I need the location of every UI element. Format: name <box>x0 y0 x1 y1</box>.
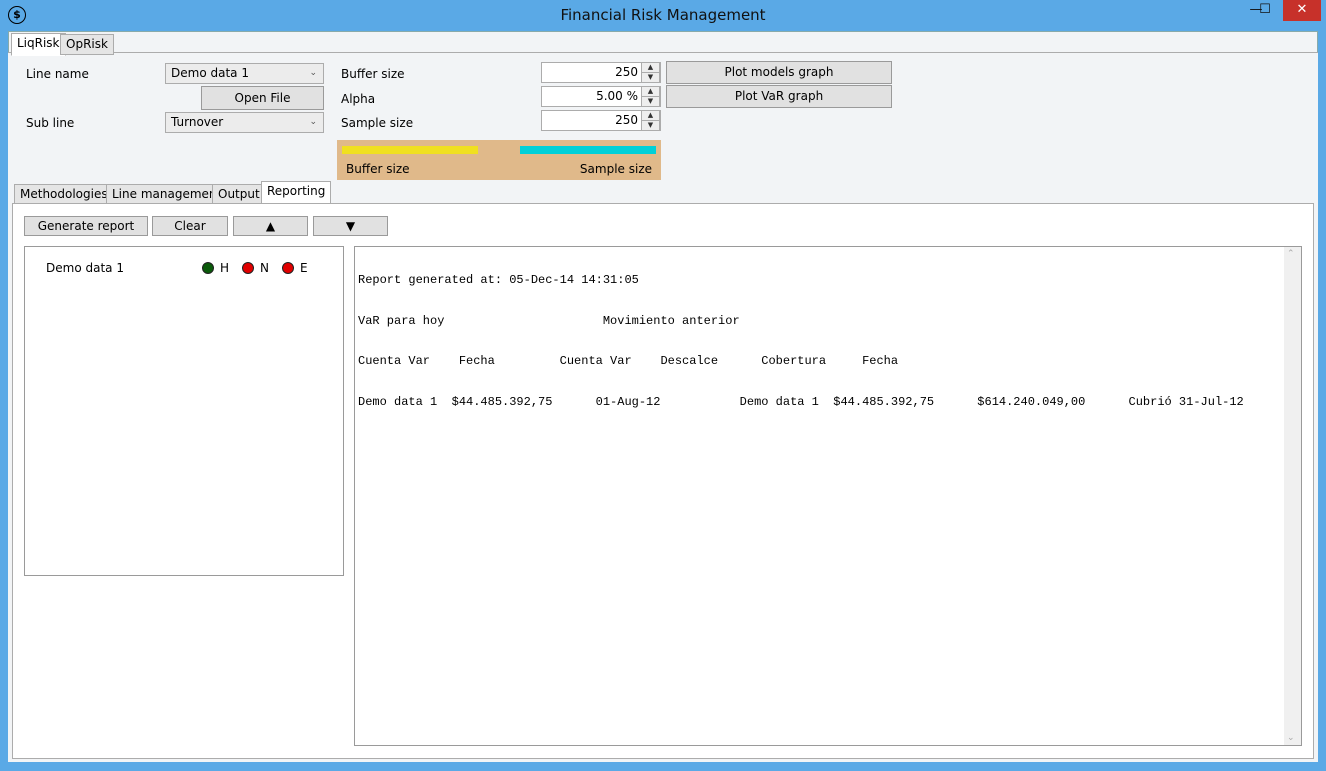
report-line: Report generated at: 05-Dec-14 14:31:05 <box>358 273 639 287</box>
open-file-button[interactable]: Open File <box>201 86 324 110</box>
spin-down-icon[interactable]: ▼ <box>641 120 660 131</box>
buffer-size-legend-label: Buffer size <box>346 162 410 176</box>
line-name-select[interactable]: Demo data 1 ⌄ <box>165 63 324 84</box>
clear-button[interactable]: Clear <box>152 216 228 236</box>
spin-up-icon[interactable]: ▲ <box>641 62 660 73</box>
sample-size-bar <box>520 146 656 154</box>
close-button[interactable]: ✕ <box>1283 0 1321 21</box>
plot-var-graph-button[interactable]: Plot VaR graph <box>666 85 892 108</box>
sub-line-value: Turnover <box>171 115 224 129</box>
spin-up-icon[interactable]: ▲ <box>641 110 660 121</box>
tab-reporting[interactable]: Reporting <box>261 181 332 204</box>
generate-report-button[interactable]: Generate report <box>24 216 148 236</box>
spin-down-icon[interactable]: ▼ <box>641 72 660 83</box>
line-name-value: Demo data 1 <box>171 66 249 80</box>
window-legend: Buffer size Sample size <box>337 140 661 180</box>
sample-size-label: Sample size <box>341 116 414 130</box>
sample-size-legend-label: Sample size <box>579 162 652 176</box>
line-name-label: Line name <box>26 67 89 81</box>
status-n-icon <box>242 262 254 274</box>
window-title: Financial Risk Management <box>560 6 766 24</box>
buffer-size-label: Buffer size <box>341 67 405 81</box>
lines-list[interactable]: Demo data 1 H N E <box>24 246 344 576</box>
tab-output[interactable]: Output <box>212 184 266 205</box>
spin-up-icon[interactable]: ▲ <box>641 86 660 97</box>
chevron-down-icon: ⌄ <box>309 117 317 127</box>
report-line: VaR para hoy Movimiento anterior <box>358 313 740 328</box>
alpha-label: Alpha <box>341 92 376 106</box>
vertical-scrollbar[interactable]: ⌃ ⌄ <box>1284 247 1301 745</box>
tab-oprisk[interactable]: OpRisk <box>60 34 114 55</box>
sub-line-select[interactable]: Turnover ⌄ <box>165 112 324 133</box>
move-down-button[interactable]: ▼ <box>313 216 388 236</box>
report-line: Demo data 1 $44.485.392,75 01-Aug-12 Dem… <box>358 394 1244 409</box>
report-line: Cuenta Var Fecha Cuenta Var Descalce Cob… <box>358 354 899 368</box>
tab-liqrisk[interactable]: LiqRisk <box>11 33 66 56</box>
tab-methodologies[interactable]: Methodologies <box>14 184 114 205</box>
buffer-size-bar <box>342 146 478 154</box>
status-h-label: H <box>220 261 230 275</box>
status-n-label: N <box>260 261 269 275</box>
arrow-down-icon: ▼ <box>345 219 356 233</box>
chevron-up-icon[interactable]: ⌃ <box>1287 249 1295 259</box>
chevron-down-icon[interactable]: ⌄ <box>1287 733 1295 743</box>
sub-line-label: Sub line <box>26 116 75 130</box>
alpha-spinner[interactable]: ▲ ▼ <box>641 86 660 107</box>
spin-down-icon[interactable]: ▼ <box>641 96 660 107</box>
move-up-button[interactable]: ▲ <box>233 216 308 236</box>
status-e-icon <box>282 262 294 274</box>
tab-line-management[interactable]: Line management <box>106 184 228 205</box>
buffer-size-spinner[interactable]: ▲ ▼ <box>641 62 660 83</box>
report-textarea[interactable]: Report generated at: 05-Dec-14 14:31:05 … <box>354 246 1302 746</box>
list-item[interactable]: Demo data 1 H N E <box>25 259 343 279</box>
status-h-icon <box>202 262 214 274</box>
status-e-label: E <box>300 261 308 275</box>
chevron-down-icon: ⌄ <box>309 68 317 78</box>
line-item-name: Demo data 1 <box>46 261 124 275</box>
report-text: Report generated at: 05-Dec-14 14:31:05 … <box>358 247 1278 436</box>
maximize-button[interactable]: ☐ <box>1252 0 1278 21</box>
plot-models-graph-button[interactable]: Plot models graph <box>666 61 892 84</box>
arrow-up-icon: ▲ <box>265 219 276 233</box>
sample-size-spinner[interactable]: ▲ ▼ <box>641 110 660 131</box>
